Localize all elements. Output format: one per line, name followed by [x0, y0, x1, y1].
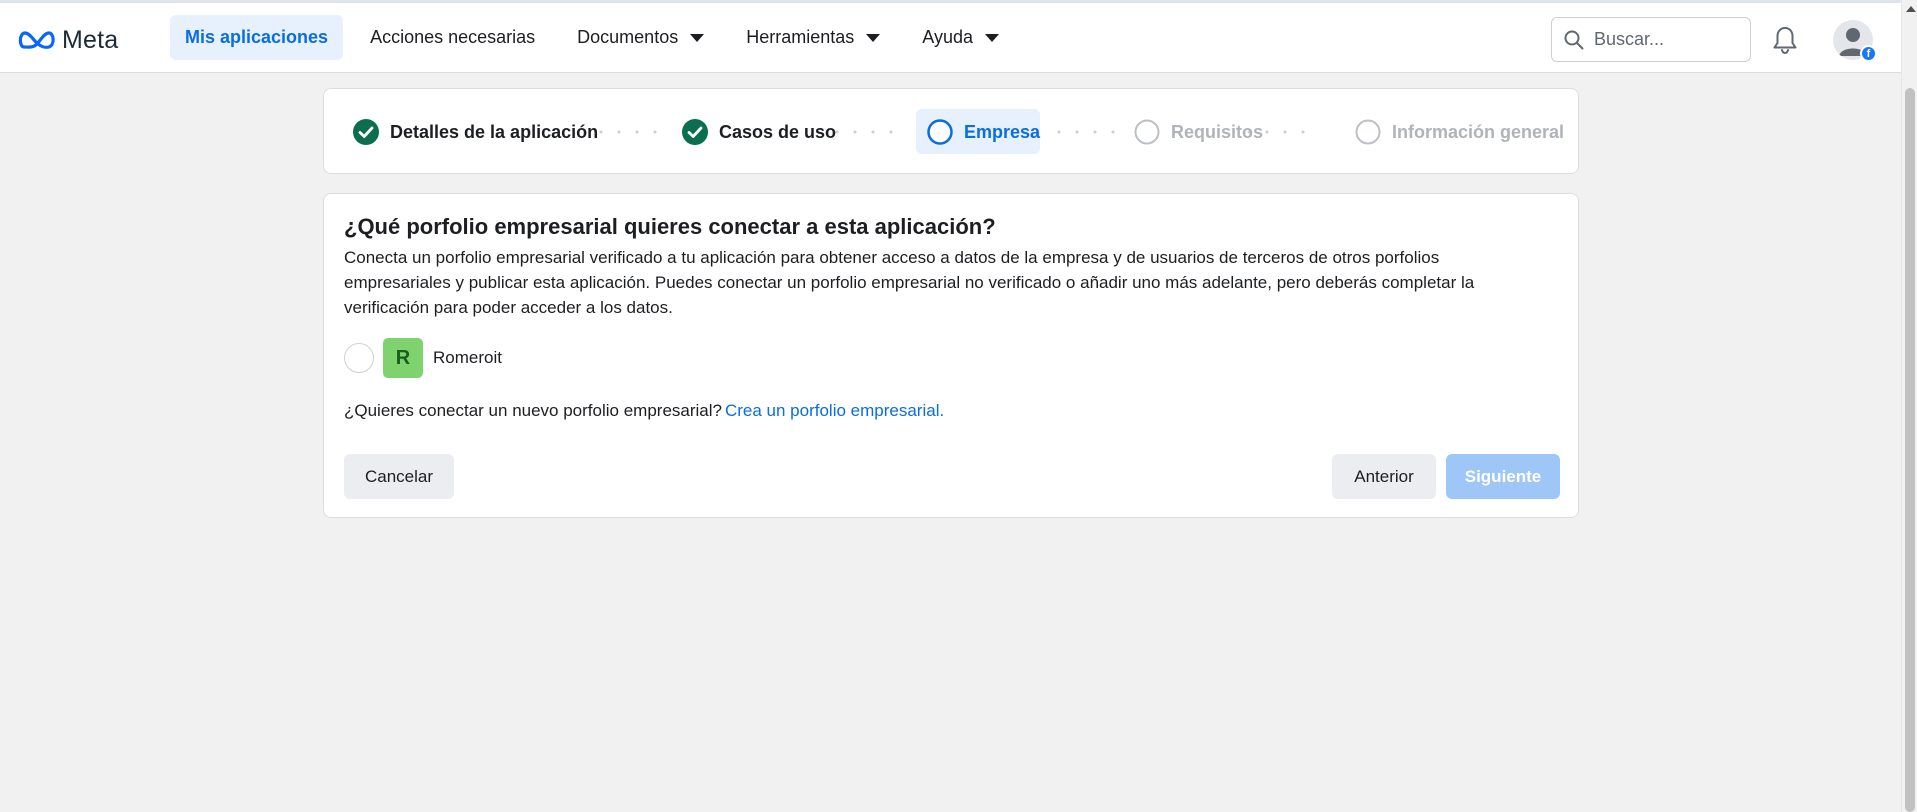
nav-item-acciones-necesarias[interactable]: Acciones necesarias	[355, 15, 550, 60]
step-casos-de-uso[interactable]: Casos de uso	[682, 119, 836, 145]
meta-logo-text: Meta	[62, 25, 119, 54]
nav-item-label: Documentos	[577, 27, 679, 47]
step-informacion-general: Información general	[1355, 119, 1564, 145]
portfolio-name: Romeroit	[433, 348, 502, 367]
search-box[interactable]	[1551, 17, 1751, 62]
check-circle-icon	[353, 119, 379, 145]
caret-down-icon	[866, 33, 881, 42]
bell-icon[interactable]	[1771, 25, 1799, 55]
caret-down-icon	[984, 33, 999, 42]
search-icon	[1564, 30, 1584, 49]
step-connector	[828, 130, 904, 134]
user-avatar[interactable]: f	[1833, 20, 1877, 62]
step-connector	[1050, 130, 1124, 134]
step-connector	[592, 130, 664, 134]
nav-item-mis-aplicaciones[interactable]: Mis aplicaciones	[170, 15, 344, 60]
portfolio-radio[interactable]	[344, 343, 374, 373]
step-label: Detalles de la aplicación	[390, 121, 599, 142]
step-detalles[interactable]: Detalles de la aplicación	[353, 119, 598, 145]
card-description: Conecta un porfolio empresarial verifica…	[344, 248, 1475, 317]
meta-infinity-icon	[18, 31, 55, 49]
cancel-button[interactable]: Cancelar	[344, 454, 454, 499]
business-portfolio-card: ¿Qué porfolio empresarial quieres conect…	[323, 193, 1579, 518]
pending-step-circle-icon	[1355, 119, 1381, 145]
meta-logo[interactable]: Meta	[18, 25, 118, 55]
main-nav: Mis aplicaciones Acciones necesarias Doc…	[170, 15, 1026, 60]
caret-down-icon	[690, 33, 705, 42]
step-label: Información general	[1392, 121, 1565, 142]
facebook-badge-icon: f	[1860, 45, 1877, 62]
new-portfolio-prompt: ¿Quieres conectar un nuevo porfolio empr…	[344, 401, 944, 421]
check-circle-icon	[682, 119, 708, 145]
portfolio-avatar: R	[383, 338, 423, 378]
previous-button[interactable]: Anterior	[1332, 454, 1436, 499]
nav-item-label: Acciones necesarias	[370, 27, 536, 47]
step-label: Empresa	[964, 121, 1041, 142]
next-button[interactable]: Siguiente	[1446, 454, 1560, 499]
search-input[interactable]	[1592, 28, 1732, 51]
nav-item-label: Mis aplicaciones	[185, 27, 329, 47]
step-label: Requisitos	[1171, 121, 1264, 142]
nav-item-label: Ayuda	[922, 27, 973, 47]
step-requisitos: Requisitos	[1134, 119, 1263, 145]
card-title: ¿Qué porfolio empresarial quieres conect…	[344, 214, 996, 239]
nav-item-herramientas[interactable]: Herramientas	[731, 15, 895, 60]
scroll-up-arrow-icon[interactable]	[1906, 6, 1916, 12]
progress-stepper: Detalles de la aplicación Casos de uso E…	[323, 88, 1579, 174]
nav-item-ayuda[interactable]: Ayuda	[907, 15, 1014, 60]
pending-step-circle-icon	[1134, 119, 1160, 145]
create-portfolio-link[interactable]: Crea un porfolio empresarial.	[725, 401, 944, 420]
scrollbar-thumb[interactable]	[1905, 88, 1915, 812]
step-label: Casos de uso	[719, 121, 837, 142]
nav-item-label: Herramientas	[746, 27, 855, 47]
current-step-circle-icon	[927, 119, 953, 145]
new-portfolio-text: ¿Quieres conectar un nuevo porfolio empr…	[344, 401, 722, 420]
nav-item-documentos[interactable]: Documentos	[562, 15, 719, 60]
page-scrollbar[interactable]	[1901, 0, 1917, 812]
step-empresa[interactable]: Empresa	[927, 119, 1040, 145]
top-navigation-bar: Meta Mis aplicaciones Acciones necesaria…	[0, 0, 1901, 73]
portfolio-option[interactable]: R Romeroit	[344, 338, 502, 378]
